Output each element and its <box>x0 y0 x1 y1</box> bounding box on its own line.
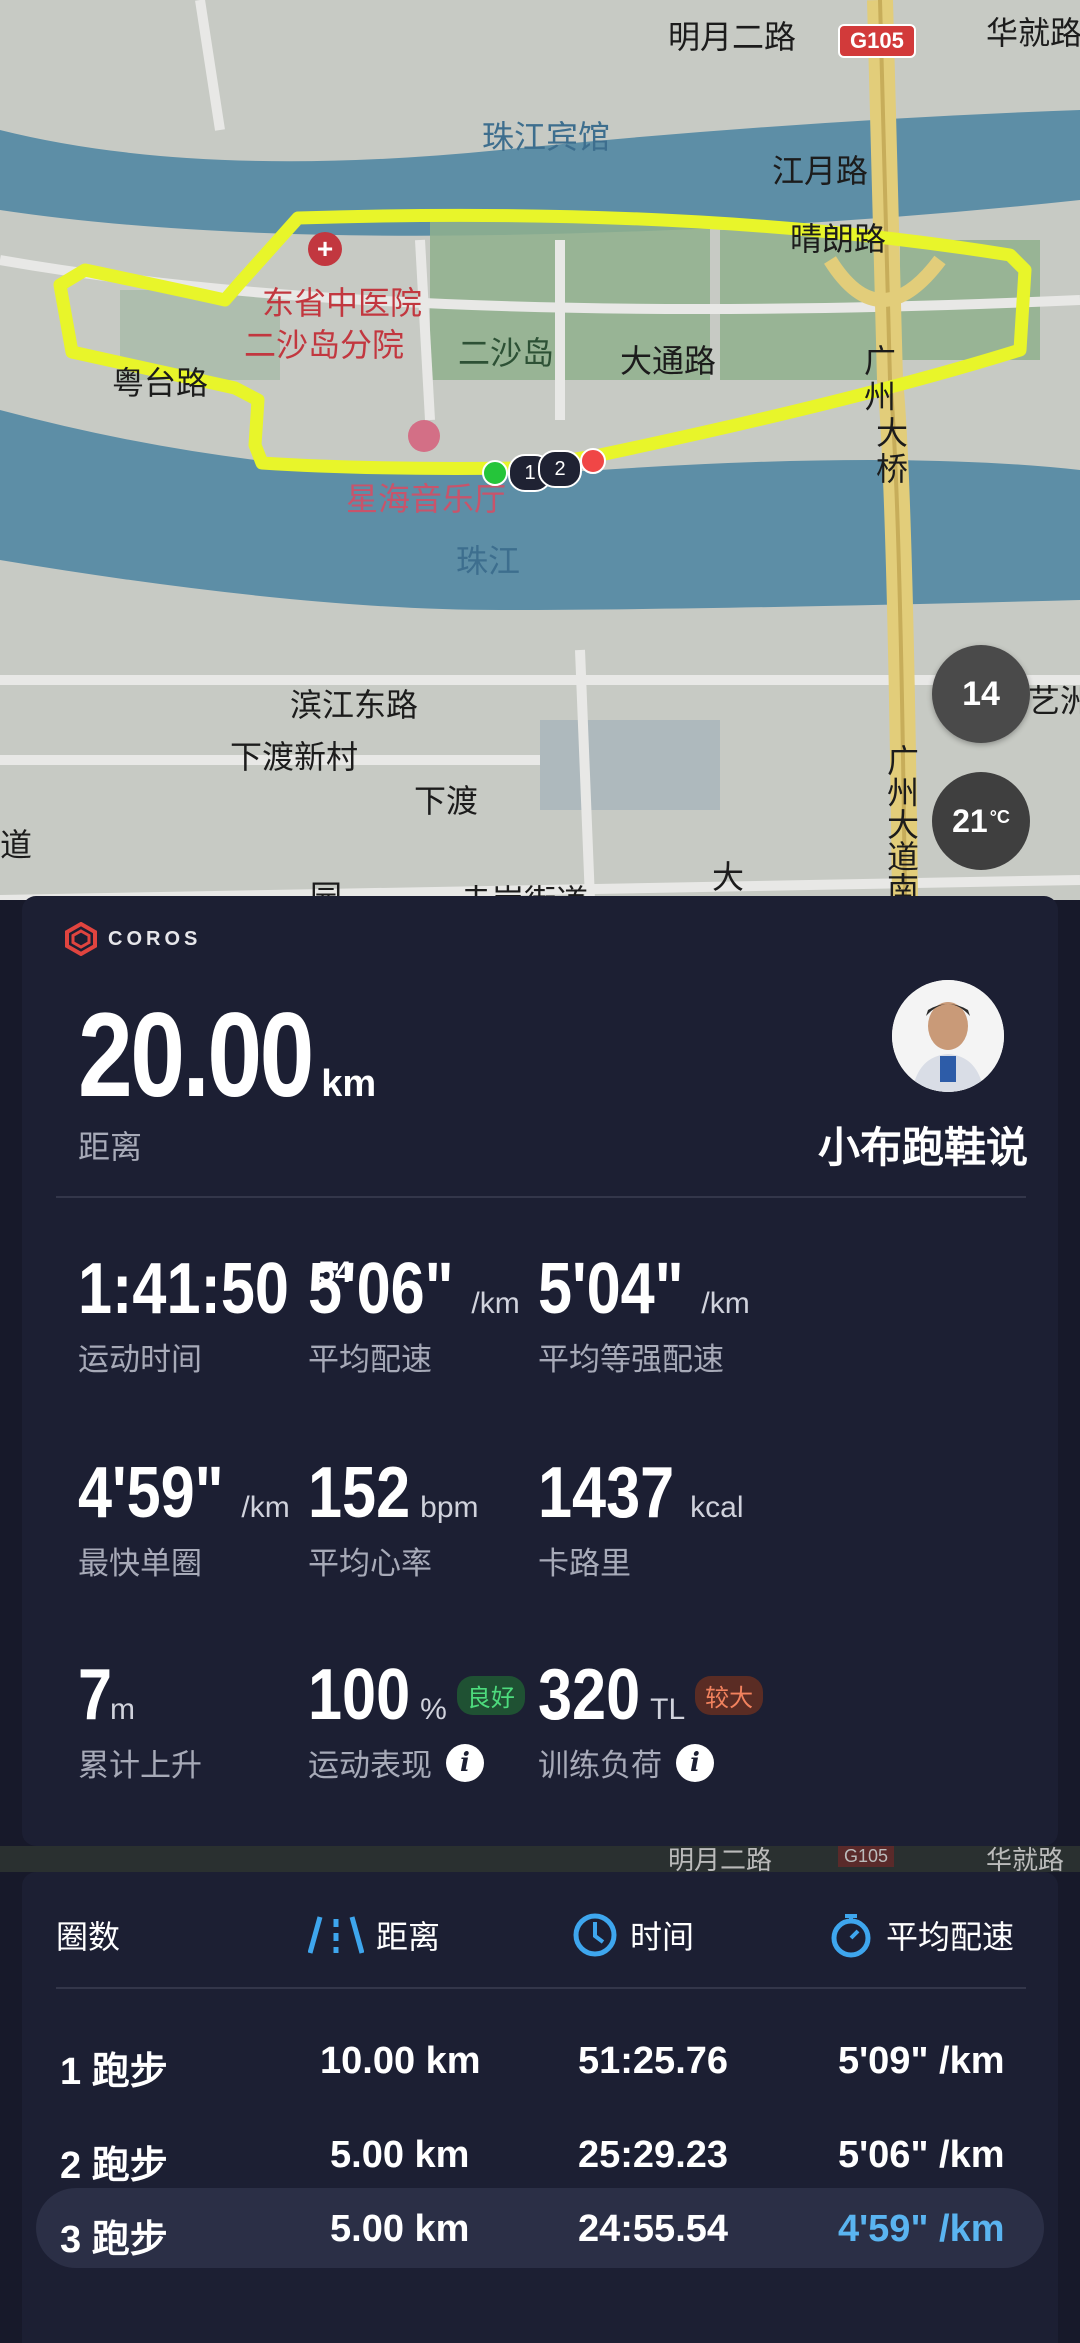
stat-avg-heart-rate: 152 bpm 平均心率 <box>308 1453 479 1581</box>
avatar[interactable] <box>892 980 1004 1092</box>
stat-training-load: 320 TL 较大 训练负荷 i <box>538 1654 764 1785</box>
map-label: 滨江东路 <box>290 686 419 724</box>
coros-logo-icon <box>65 922 97 956</box>
map-label: 珠江宾馆 <box>482 118 611 156</box>
end-marker[interactable] <box>580 448 606 474</box>
stat-avg-pace: 5'06"/km 平均配速 <box>308 1249 520 1377</box>
map-label: 晴朗路 <box>790 220 887 258</box>
stat-elevation-gain: 7m 累计上升 <box>78 1655 202 1783</box>
highway-shield: G105 <box>838 24 916 58</box>
clock-icon <box>573 1913 617 1957</box>
map-label: 星海音乐厅 <box>346 480 507 518</box>
header-lap: 圈数 <box>56 1919 121 1955</box>
map-label: 二沙岛分院 <box>244 326 405 364</box>
stat-fastest-lap: 4'59"/km 最快单圈 <box>78 1453 290 1581</box>
distance-label: 距离 <box>78 1129 143 1165</box>
compass-button[interactable]: 14 <box>932 645 1030 743</box>
lap-marker[interactable]: 2 <box>538 450 582 488</box>
map-label: 桥 <box>876 450 909 488</box>
road-icon <box>308 1916 364 1954</box>
map-label: 大 <box>712 858 745 896</box>
map-label: 大通路 <box>620 342 717 380</box>
stats-card: COROS 20.00 km 距离 小布跑鞋说 1:41:50 54 运动时间 5… <box>22 896 1058 1846</box>
map-label: 珠江 <box>456 542 521 580</box>
map-label: 广州大道南 <box>882 744 920 900</box>
hospital-icon: + <box>308 232 342 266</box>
stopwatch-icon <box>831 1914 871 1958</box>
info-icon[interactable]: i <box>676 1743 714 1782</box>
coros-logo: COROS <box>64 922 201 956</box>
map-label: 明月二路 <box>668 18 797 56</box>
map-label: 粤台路 <box>112 364 209 402</box>
map-label: 二沙岛 <box>458 334 555 372</box>
map-label: 华就路 <box>986 14 1080 52</box>
training-load-badge: 较大 <box>695 1675 764 1715</box>
header-time: 时间 <box>572 1912 694 1958</box>
map-strip: 明月二路 G105 华就路 <box>0 1846 1080 1872</box>
map-label: 东省中医院 <box>262 284 423 322</box>
map-label: 艺洲 <box>1028 682 1080 720</box>
divider <box>56 1987 1026 1989</box>
info-icon[interactable]: i <box>446 1743 484 1782</box>
weather-badge: 21 °C <box>932 772 1030 870</box>
route-map[interactable]: G105 明月二路 华就路 珠江宾馆 江月路 晴朗路 + 东省中医院 二沙岛分院… <box>0 0 1080 900</box>
map-label: 江月路 <box>772 152 869 190</box>
table-row[interactable]: 1 跑步 10.00 km 51:25.76 5'09" /km <box>36 2020 1044 2100</box>
header-distance: 距离 <box>308 1912 440 1958</box>
table-row-best[interactable]: 3 跑步 5.00 km 24:55.54 4'59" /km <box>36 2188 1044 2268</box>
header-pace: 平均配速 <box>828 1912 1014 1958</box>
stat-grade-adjusted-pace: 5'04"/km 平均等强配速 <box>538 1249 750 1377</box>
map-label: 下渡新村 <box>230 738 359 776</box>
brand-name: COROS <box>108 927 202 950</box>
distance-value: 20.00 km <box>78 988 377 1122</box>
stat-calories: 1437 kcal 卡路里 <box>538 1453 744 1581</box>
performance-badge: 良好 <box>456 1675 525 1715</box>
start-marker[interactable] <box>482 460 508 486</box>
map-label: 道 <box>0 826 33 864</box>
stat-performance: 100% 良好 运动表现 i <box>308 1654 525 1785</box>
divider <box>56 1196 1026 1198</box>
laps-table: 圈数 距离 时间 平均配速 1 跑步 10.00 km 51:25.76 5'0… <box>22 1872 1058 2343</box>
music-hall-icon <box>408 420 440 452</box>
username[interactable]: 小布跑鞋说 <box>766 1114 1028 1175</box>
avatar-photo <box>892 980 1004 1092</box>
map-label: 下渡 <box>414 782 479 820</box>
table-row[interactable]: 2 跑步 5.00 km 25:29.23 5'06" /km <box>36 2114 1044 2194</box>
